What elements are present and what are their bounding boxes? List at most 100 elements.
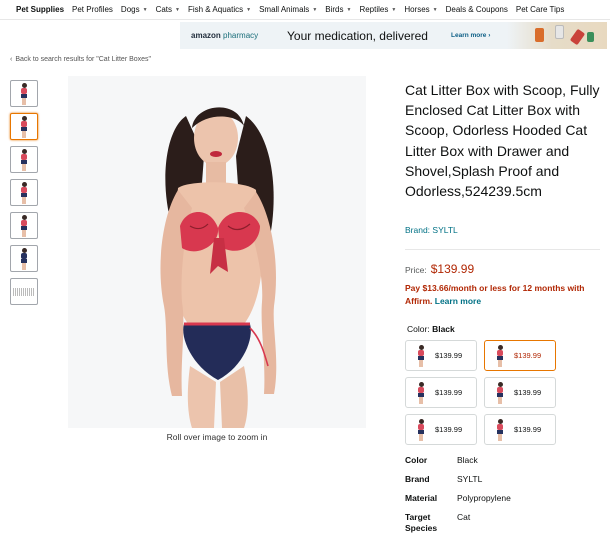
- thumbnail-selected[interactable]: [10, 113, 38, 140]
- nav-item-label: Pet Profiles: [72, 5, 113, 14]
- spec-value: Black: [457, 455, 478, 465]
- caret-down-icon: ▼: [175, 6, 180, 13]
- thumbnail[interactable]: [10, 278, 38, 305]
- spec-value: Polypropylene: [457, 493, 511, 503]
- thumbnail[interactable]: [10, 146, 38, 173]
- caret-down-icon: ▼: [142, 6, 148, 13]
- nav-item-cats[interactable]: Cats ▼: [156, 5, 188, 14]
- bottle-icon: [535, 28, 544, 42]
- model-thumbnail-image: [19, 214, 29, 237]
- pharmacy-banner[interactable]: amazon pharmacy Your medication, deliver…: [180, 22, 607, 49]
- affirm-learn-more-link[interactable]: Learn more: [435, 296, 481, 306]
- medication-bottles-image: [507, 22, 607, 49]
- thumbnail[interactable]: [10, 245, 38, 272]
- caret-down-icon: ▼: [246, 6, 252, 13]
- color-value: Black: [432, 324, 455, 334]
- nav-item-label: Reptiles: [359, 5, 389, 14]
- swatch-price: $139.99: [435, 425, 463, 434]
- model-thumbnail-image: [19, 115, 29, 138]
- nav-item-label: Fish & Aquatics: [187, 5, 244, 14]
- divider: [405, 249, 600, 250]
- model-thumbnail-image: [19, 82, 29, 105]
- nav-item-dogs[interactable]: Dogs ▼: [121, 5, 156, 14]
- nav-item-label: Pet Care Tips: [515, 5, 565, 14]
- nav-item-birds[interactable]: Birds ▼: [325, 5, 359, 14]
- caret-down-icon: ▼: [432, 6, 438, 13]
- thumbnail[interactable]: [10, 179, 38, 206]
- spec-key: Brand: [405, 474, 430, 484]
- caret-down-icon: ▼: [346, 6, 352, 13]
- product-specs: Color Black Brand SYLTL Material Polypropyl…: [405, 455, 605, 533]
- swatch-price: $139.99: [514, 425, 542, 434]
- affirm-financing: Pay $13.66/month or less for 12 months w…: [405, 282, 600, 308]
- nav-item-small-animals[interactable]: Small Animals ▼: [259, 5, 325, 14]
- spec-row: Material Polypropylene: [405, 493, 605, 504]
- price-row: Price: $139.99: [405, 262, 474, 276]
- bottle-icon: [587, 32, 594, 42]
- banner-headline: Your medication, delivered: [287, 28, 428, 43]
- nav-item-label: Birds: [325, 5, 344, 14]
- color-selection-label: Color: Black: [407, 324, 455, 334]
- spec-key: Target Species: [405, 512, 438, 533]
- color-swatch[interactable]: $139.99: [405, 414, 477, 445]
- nav-item-pet-profiles[interactable]: Pet Profiles: [72, 5, 121, 14]
- spec-value: SYLTL: [457, 474, 483, 484]
- thumbnail[interactable]: [10, 212, 38, 239]
- swatch-thumbnail-image: [495, 344, 505, 367]
- nav-item-label: Dogs: [120, 5, 140, 14]
- caret-down-icon: ▼: [312, 6, 318, 13]
- chevron-left-icon: ‹: [10, 56, 13, 63]
- spec-value: Cat: [457, 512, 471, 522]
- nav-item-reptiles[interactable]: Reptiles ▼: [359, 5, 404, 14]
- model-thumbnail-image: [19, 247, 29, 270]
- nav-item-label: Small Animals: [259, 5, 310, 14]
- affirm-text: Pay $13.66/month or less for 12 months w…: [405, 283, 585, 306]
- back-to-results-link[interactable]: ‹ Back to search results for "Cat Litter…: [10, 56, 151, 63]
- nav-item-label: Horses: [404, 5, 430, 14]
- bottle-icon: [555, 25, 564, 39]
- swatch-thumbnail-image: [495, 381, 505, 404]
- color-swatch[interactable]: $139.99: [405, 340, 477, 371]
- swatch-price: $139.99: [435, 351, 463, 360]
- nav-item-label: Pet Supplies: [16, 5, 65, 14]
- color-swatch-selected[interactable]: $139.99: [484, 340, 556, 371]
- spec-row: Target Species Cat: [405, 512, 605, 533]
- price-label: Price:: [405, 265, 427, 275]
- price-value: $139.99: [430, 262, 475, 276]
- spec-row: Color Black: [405, 455, 605, 466]
- swatch-thumbnail-image: [416, 381, 426, 404]
- nav-item-pet-care-tips[interactable]: Pet Care Tips: [516, 5, 572, 14]
- spec-key: Material: [405, 493, 438, 503]
- swatch-thumbnail-image: [416, 344, 426, 367]
- back-link-text: Back to search results for "Cat Litter B…: [15, 56, 152, 63]
- nav-item-label: Deals & Coupons: [445, 5, 508, 14]
- color-swatch[interactable]: $139.99: [405, 377, 477, 408]
- nav-item-label: Cats: [155, 5, 173, 14]
- swatch-price: $139.99: [514, 351, 542, 360]
- swatch-thumbnail-image: [416, 418, 426, 441]
- swatch-price: $139.99: [514, 388, 542, 397]
- logo-main: amazon: [191, 31, 221, 40]
- swatch-price: $139.99: [435, 388, 463, 397]
- nav-item-horses[interactable]: Horses ▼: [404, 5, 445, 14]
- color-swatch[interactable]: $139.99: [484, 414, 556, 445]
- image-thumbnails: [10, 80, 38, 311]
- color-label: Color:: [407, 324, 430, 334]
- amazon-pharmacy-logo: amazon pharmacy: [191, 31, 269, 40]
- model-thumbnail-image: [19, 148, 29, 171]
- product-title: Cat Litter Box with Scoop, Fully Enclose…: [405, 82, 600, 200]
- category-nav: Pet Supplies Pet Profiles Dogs ▼ Cats ▼ Fi…: [0, 0, 610, 20]
- nav-item-pet-supplies[interactable]: Pet Supplies: [0, 5, 72, 14]
- nav-item-fish-aquatics[interactable]: Fish & Aquatics ▼: [188, 5, 259, 14]
- logo-sub: pharmacy: [223, 31, 259, 40]
- main-product-image[interactable]: [68, 76, 366, 428]
- nav-item-deals-coupons[interactable]: Deals & Coupons: [446, 5, 516, 14]
- banner-learn-more-link[interactable]: Learn more ›: [451, 32, 490, 39]
- swatch-thumbnail-image: [495, 418, 505, 441]
- thumbnail[interactable]: [10, 80, 38, 107]
- color-swatch[interactable]: $139.99: [484, 377, 556, 408]
- caret-down-icon: ▼: [391, 6, 397, 13]
- brand-link[interactable]: Brand: SYLTL: [405, 225, 458, 235]
- model-figure-image: [160, 107, 277, 428]
- spec-key: Color: [405, 455, 428, 465]
